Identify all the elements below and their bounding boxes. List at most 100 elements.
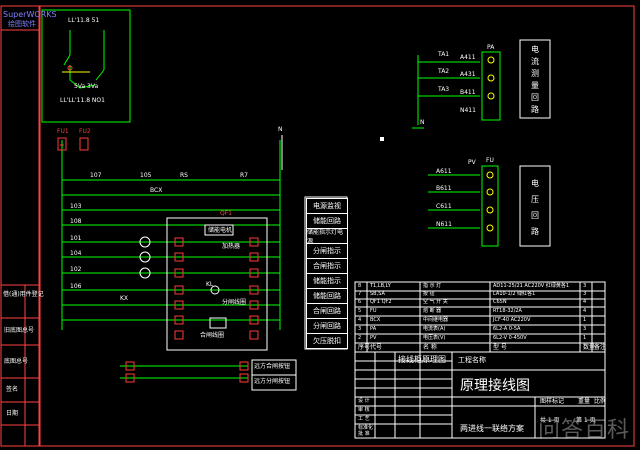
bcx-label: BCX [150,187,163,194]
ta2-label: TA2 [438,68,450,75]
function-label-6: 储能指示 [306,273,348,289]
parts-table-cell: 按 钮 [423,291,435,297]
cad-drawing-canvas: { "logo": {"brand":"SuperWORKS","subtitl… [0,0,640,450]
line-106-label: 106 [70,283,82,290]
drawing-title: 原理接线图 [460,378,530,394]
parts-table-cell: 3 [583,326,587,332]
parts-table-cell: 指 示 灯 [423,283,442,289]
n-label: N [278,126,283,133]
function-label-8: 合闸回路 [306,303,348,319]
heat-label: 加热器 [222,243,241,250]
title-char: 流 [531,57,539,66]
line-104-label: 104 [70,250,82,257]
scheme-label: 两进线一联络方案 [460,424,524,433]
inset-pot-label: 5Va 3Va [74,83,99,90]
a431-label: A431 [460,71,476,78]
ta3-label: TA3 [438,86,450,93]
line-105-label: 105 [140,172,152,179]
sidebar-label-5: 日期 [6,410,19,417]
scale-label: 比例 [594,398,607,405]
function-label-1: 电源监视 [306,198,348,214]
parts-table-cell: 电压表(V) [423,335,446,341]
parts-table-cell: LA10-1/2 绿红各1 [493,291,536,297]
title-char: 路 [531,227,539,236]
parts-table-cell: 1 [583,317,587,323]
voltage-title: 电 压 回 路 [530,176,540,240]
parts-table-cell: 3 [583,291,587,297]
left-strip-border [0,5,40,447]
sidebar-label-2: 旧底图总号 [4,327,35,334]
title-char: 电 [531,45,539,54]
parts-table-cell: FU [370,308,377,314]
rs-label: RS [180,172,188,179]
parts-table-cell: 3 [583,283,587,289]
function-label-3: 储能指示灯电源 [306,228,348,245]
watermark: 问答百科 [537,418,630,443]
sidebar-label-4: 签名 [6,386,19,393]
parts-table-cell: 4 [583,299,587,305]
parts-table-cell: 6L2-V 0-450V [493,335,527,341]
project-name: 接线柜原理图 [398,355,446,364]
kx-label: KX [120,295,129,302]
close-label: 合闸线圈 [200,332,225,339]
b611-label: B611 [436,185,452,192]
parts-table-cell: PV [370,335,377,341]
sidebar-label-3: 底图总号 [4,358,29,365]
function-label-10: 欠压脱扣 [306,333,348,349]
parts-table-header: 型 号 [493,344,507,351]
function-label-4: 分闸指示 [306,243,348,259]
inset-top-label: LL'11.8 51 [68,17,100,24]
n411-label: N411 [460,107,476,114]
line-101-label: 101 [70,235,82,242]
fu-label: FU [486,157,494,164]
function-label-5: 合闸指示 [306,258,348,274]
parts-table-cell: 6L2-A 0-5A [493,326,521,332]
title-block-role: 批 准 [358,431,370,437]
store-energy-label: 储能电机 [208,227,233,234]
b411-label: B411 [460,89,476,96]
qf1-label: QF1 [220,210,232,217]
pv-label: PV [468,159,476,166]
line-107-label: 107 [90,172,102,179]
parts-table-cell: AD11-25/21 AC220V 红绿黄各1 [493,283,569,289]
line-103-label: 103 [70,203,82,210]
n611-label: N611 [436,221,452,228]
remote-open-button-label: 远方分闸按钮 [254,378,291,385]
right-top-n-label: N [420,119,425,126]
title-block-role: 审 核 [358,407,370,413]
c611-label: C611 [436,203,452,210]
logo-subtitle: 绘图软件 [8,20,36,28]
title-char: 路 [531,105,539,114]
line-102-label: 102 [70,266,82,273]
parts-table-cell: SB,SA [370,291,385,297]
title-block-role: 设 计 [358,398,370,404]
pa-label: PA [487,44,495,51]
title-char: 量 [531,81,539,90]
parts-table-cell: 1 [583,335,587,341]
parts-table-cell: 3 [358,326,362,332]
title-char: 电 [531,179,539,188]
line-108-label: 108 [70,218,82,225]
project-label: 工程名称 [458,356,486,364]
weight-label: 重量 [578,398,591,405]
function-label-9: 分闸回路 [306,318,348,334]
logo-brand: SuperWORKS [3,10,57,19]
current-measure-title: 电 流 测 量 回 路 [530,44,540,116]
sidebar-label-1: 借(通)用件登记 [3,291,44,298]
parts-table-cell: T1,LB,LY [370,283,391,289]
kl-label: KL [206,281,214,288]
inset-bottom-label: LL'LL'11.8 NO1 [60,97,105,104]
parts-table-cell: JCF-40 AC220V [493,317,531,323]
title-char: 回 [531,211,539,220]
fu2-label: FU2 [79,128,91,135]
parts-table-cell: RT18-32/2A [493,308,522,314]
function-label-7: 储能回路 [306,288,348,304]
title-char: 压 [531,195,539,204]
trip-label: 分闸线圈 [222,299,247,306]
title-char: 回 [531,93,539,102]
parts-table-cell: 中间继电器 [423,317,449,323]
ta1-label: TA1 [438,51,450,58]
stage-label: 图样标记 [540,398,565,405]
a611-label: A611 [436,168,452,175]
parts-table-header: 备注 [594,344,607,351]
